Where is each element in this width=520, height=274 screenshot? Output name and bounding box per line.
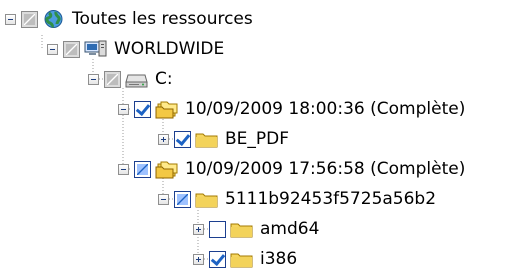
drive-label: C: [155,68,173,89]
backup-1-label: 10/09/2009 18:00:36 (Complète) [185,98,466,119]
folder-icon [195,193,218,208]
resource-tree: Toutes les ressources WORLDWIDE C: 10/09… [0,0,520,273]
backup-1-checkbox[interactable] [134,100,151,118]
folder-icon [230,223,253,238]
tree-node-be-pdf[interactable]: BE_PDF [158,124,289,154]
be-pdf-checkbox[interactable] [174,130,191,148]
folder-icon [195,133,218,148]
backup-2-label: 10/09/2009 17:56:58 (Complète) [185,158,466,179]
tree-node-root[interactable]: Toutes les ressources [5,4,253,34]
folder-icon [230,253,253,268]
amd64-label: amd64 [260,218,320,239]
collapse-toggle[interactable] [118,163,129,175]
collapse-toggle[interactable] [47,43,58,55]
collapse-toggle[interactable] [118,103,129,115]
backup-icon [155,101,178,119]
computer-label: WORLDWIDE [114,38,225,59]
be-pdf-label: BE_PDF [225,128,290,149]
globe-icon [44,10,63,29]
collapse-toggle[interactable] [5,13,16,25]
tree-node-i386[interactable]: i386 [193,244,297,274]
root-checkbox[interactable] [21,10,38,28]
amd64-checkbox[interactable] [209,220,226,238]
hash-folder-checkbox[interactable] [174,190,191,208]
tree-node-drive[interactable]: C: [88,64,173,94]
collapse-toggle[interactable] [158,193,169,205]
tree-node-backup-2[interactable]: 10/09/2009 17:56:58 (Complète) [118,154,465,184]
root-label: Toutes les ressources [72,8,253,29]
drive-checkbox[interactable] [104,70,121,88]
tree-node-backup-1[interactable]: 10/09/2009 18:00:36 (Complète) [118,94,465,124]
hash-folder-label: 5111b92453f5725a56b2 [225,188,437,209]
backup-2-checkbox[interactable] [134,160,151,178]
computer-icon [84,40,107,57]
tree-node-computer[interactable]: WORLDWIDE [47,34,224,64]
drive-icon [125,74,148,88]
i386-checkbox[interactable] [209,250,226,268]
tree-node-hash-folder[interactable]: 5111b92453f5725a56b2 [158,184,436,214]
i386-label: i386 [260,248,298,269]
tree-node-amd64[interactable]: amd64 [193,214,319,244]
collapse-toggle[interactable] [88,73,99,85]
computer-checkbox[interactable] [63,40,80,58]
expand-toggle[interactable] [193,223,204,235]
expand-toggle[interactable] [158,133,169,145]
expand-toggle[interactable] [193,253,204,265]
backup-icon [155,161,178,179]
